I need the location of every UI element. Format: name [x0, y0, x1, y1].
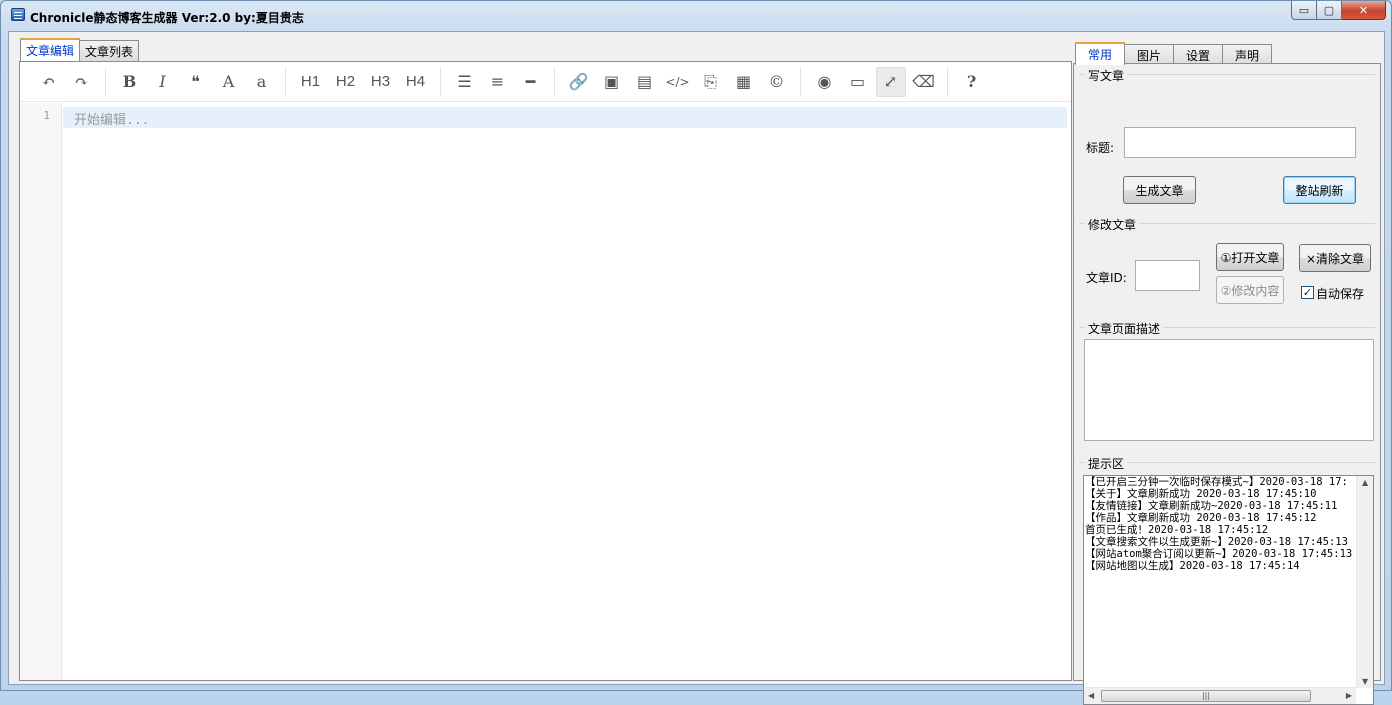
toolbar-separator [947, 67, 948, 96]
description-textarea[interactable] [1084, 339, 1374, 441]
tab-statement[interactable]: 声明 [1222, 44, 1273, 65]
editor-placeholder[interactable]: 开始编辑... [74, 109, 149, 128]
tab-article-edit[interactable]: 文章编辑 [20, 38, 81, 61]
log-line: 首页已生成！2020-03-18 17:45:12 [1085, 524, 1269, 536]
app-window: Chronicle静态博客生成器 Ver:2.0 by:夏目贵志 ▭ ▢ ✕ 文… [0, 0, 1392, 705]
image-icon[interactable]: ▣ [597, 67, 627, 97]
description-label: 文章页面描述 [1085, 320, 1164, 337]
article-id-label: 文章ID: [1086, 271, 1127, 285]
preview-icon[interactable]: ◉ [810, 67, 840, 97]
line-gutter: 1 [20, 103, 62, 680]
clear-article-button[interactable]: ×清除文章 [1299, 244, 1371, 272]
minimize-icon: ▭ [1298, 3, 1310, 17]
article-id-input[interactable] [1135, 260, 1200, 291]
log-line: 【关于】文章刷新成功 2020-03-18 17:45:10 [1085, 488, 1317, 500]
log-line: 【作品】文章刷新成功 2020-03-18 17:45:12 [1085, 512, 1317, 524]
eraser-icon[interactable]: ⌫ [909, 67, 939, 97]
log-vertical-scrollbar[interactable]: ▲ ▼ [1356, 476, 1373, 688]
tab-common[interactable]: 常用 [1075, 42, 1126, 65]
window-controls: ▭ ▢ ✕ [1291, 1, 1386, 20]
scroll-thumb[interactable]: ||| [1101, 690, 1311, 702]
code-icon[interactable]: </> [663, 67, 693, 97]
h3-icon[interactable]: H3 [365, 67, 397, 97]
edit-article-label: 修改文章 [1085, 216, 1140, 233]
h4-icon[interactable]: H4 [400, 67, 432, 97]
common-panel: 写文章 标题: 生成文章 整站刷新 修改文章 文章ID: ①打开文章 ×清除文章… [1073, 63, 1381, 705]
log-horizontal-scrollbar[interactable]: ◀ ||| ▶ [1084, 687, 1356, 704]
scroll-up-icon[interactable]: ▲ [1362, 478, 1368, 487]
write-article-group: 写文章 [1079, 67, 1375, 174]
window-title: Chronicle静态博客生成器 Ver:2.0 by:夏目贵志 [30, 11, 304, 25]
title-label: 标题: [1086, 141, 1115, 155]
log-line: 【已开启三分钟一次临时保存模式~】2020-03-18 17: [1085, 476, 1348, 488]
lowercase-icon[interactable]: a [247, 67, 277, 97]
link-icon[interactable]: 🔗 [564, 67, 594, 97]
file-image-icon[interactable]: ▤ [630, 67, 660, 97]
open-article-button[interactable]: ①打开文章 [1216, 243, 1284, 271]
toolbar-separator [440, 67, 441, 96]
autosave-checkbox[interactable]: ✓ [1301, 286, 1314, 299]
h1-icon[interactable]: H1 [295, 67, 327, 97]
toolbar-separator [554, 67, 555, 96]
toolbar-separator [285, 67, 286, 96]
tab-settings[interactable]: 设置 [1173, 44, 1224, 65]
toolbar-separator [105, 67, 106, 96]
client-area: 文章编辑 文章列表 ↶ ↷ B I ❝ Aa H1 H2 H3 H4 ☰ ≡ ━ 🔗 ▣ ▤ </> ⎘ ▦ © ◉ ▭ ⤢… [8, 31, 1385, 705]
log-label: 提示区 [1085, 455, 1128, 472]
close-icon: ✕ [1358, 3, 1369, 17]
tab-article-list[interactable]: 文章列表 [79, 40, 140, 61]
scroll-down-icon[interactable]: ▼ [1362, 677, 1368, 686]
tab-images[interactable]: 图片 [1124, 44, 1175, 65]
redo-icon[interactable]: ↷ [67, 67, 97, 97]
code-file-icon[interactable]: ⎘ [696, 67, 726, 97]
italic-icon[interactable]: I [148, 67, 178, 97]
scroll-left-icon[interactable]: ◀ [1088, 691, 1094, 700]
line-number: 1 [43, 109, 50, 122]
close-button[interactable]: ✕ [1342, 1, 1386, 20]
minimize-button[interactable]: ▭ [1291, 1, 1317, 20]
log-line: 【友情链接】文章刷新成功~2020-03-18 17:45:11 [1085, 500, 1338, 512]
log-line: 【网站地图以生成】2020-03-18 17:45:14 [1085, 560, 1300, 572]
generate-article-button[interactable]: 生成文章 [1123, 176, 1196, 204]
editor-tabs: 文章编辑 文章列表 [20, 38, 140, 61]
table-icon[interactable]: ▦ [729, 67, 759, 97]
editor-toolbar: ↶ ↷ B I ❝ Aa H1 H2 H3 H4 ☰ ≡ ━ 🔗 ▣ ▤ </> ⎘ ▦ © ◉ ▭ ⤢ ⌫? [20, 62, 1071, 102]
site-refresh-button[interactable]: 整站刷新 [1283, 176, 1356, 204]
scroll-right-icon[interactable]: ▶ [1346, 691, 1352, 700]
maximize-icon: ▢ [1323, 3, 1335, 17]
quote-icon[interactable]: ❝ [181, 67, 211, 97]
title-input[interactable] [1124, 127, 1356, 158]
markdown-editor: ↶ ↷ B I ❝ Aa H1 H2 H3 H4 ☰ ≡ ━ 🔗 ▣ ▤ </> ⎘ ▦ © ◉ ▭ ⤢ ⌫? 1 开始编辑.… [19, 61, 1072, 681]
autosave-label: 自动保存 [1316, 287, 1365, 301]
h2-icon[interactable]: H2 [330, 67, 362, 97]
desktop-icon[interactable]: ▭ [843, 67, 873, 97]
log-line: 【文章搜索文件以生成更新~】2020-03-18 17:45:13 [1085, 536, 1348, 548]
ordered-list-icon[interactable]: ≡ [483, 67, 513, 97]
log-line: 【网站atom聚合订阅以更新~】2020-03-18 17:45:13 [1085, 548, 1353, 560]
help-icon[interactable]: ? [957, 67, 987, 97]
copyright-icon[interactable]: © [762, 67, 792, 97]
fullscreen-icon[interactable]: ⤢ [875, 66, 906, 97]
unordered-list-icon[interactable]: ☰ [450, 67, 480, 97]
title-bar[interactable]: Chronicle静态博客生成器 Ver:2.0 by:夏目贵志 ▭ ▢ ✕ [1, 1, 1391, 31]
log-group: 提示区 [1079, 455, 1375, 472]
active-line[interactable] [63, 107, 1067, 128]
maximize-button[interactable]: ▢ [1317, 1, 1342, 20]
horizontal-rule-icon[interactable]: ━ [516, 67, 546, 97]
bold-icon[interactable]: B [115, 67, 145, 97]
app-icon [11, 8, 25, 21]
sidebar-tabs: 常用 图片 设置 声明 [1075, 42, 1273, 65]
toolbar-separator [800, 67, 801, 96]
log-lines: 【已开启三分钟一次临时保存模式~】2020-03-18 17: 【关于】文章刷新成… [1085, 476, 1352, 572]
write-article-label: 写文章 [1085, 67, 1128, 84]
modify-content-button[interactable]: ②修改内容 [1216, 276, 1284, 304]
undo-icon[interactable]: ↶ [34, 67, 64, 97]
log-area[interactable]: 【已开启三分钟一次临时保存模式~】2020-03-18 17: 【关于】文章刷新成… [1083, 475, 1374, 705]
uppercase-icon[interactable]: A [214, 67, 244, 97]
